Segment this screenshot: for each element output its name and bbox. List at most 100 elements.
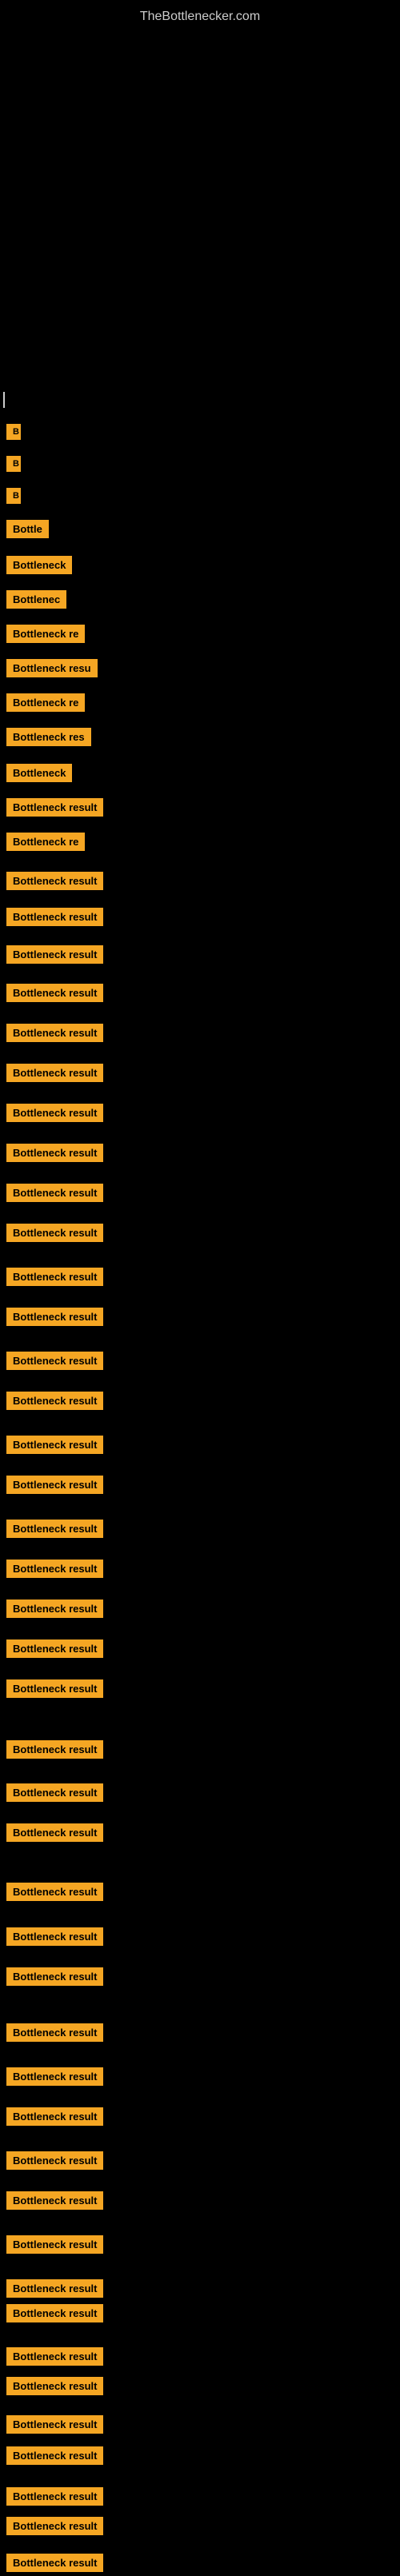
bottleneck-row[interactable]: Bottleneck result: [3, 2279, 103, 2302]
bottleneck-row[interactable]: Bottleneck result: [3, 1560, 103, 1582]
bottleneck-label: B: [6, 424, 21, 440]
bottleneck-row[interactable]: Bottlenec: [3, 590, 66, 613]
bottleneck-label: Bottleneck result: [6, 1144, 103, 1162]
bottleneck-row[interactable]: Bottleneck result: [3, 1024, 103, 1046]
bottleneck-row[interactable]: Bottleneck result: [3, 945, 103, 968]
bottleneck-label: Bottleneck res: [6, 728, 91, 746]
bottleneck-label: Bottleneck result: [6, 2487, 103, 2506]
cursor-line: [3, 392, 5, 408]
bottleneck-label: Bottleneck result: [6, 2446, 103, 2465]
bottleneck-row[interactable]: Bottleneck result: [3, 2446, 103, 2469]
bottleneck-row[interactable]: Bottleneck re: [3, 693, 85, 716]
bottleneck-row[interactable]: Bottleneck result: [3, 1064, 103, 1086]
bottleneck-row[interactable]: Bottleneck result: [3, 1783, 103, 1806]
bottleneck-label: Bottleneck result: [6, 2415, 103, 2434]
bottleneck-row[interactable]: Bottleneck: [3, 764, 72, 786]
bottleneck-label: Bottleneck result: [6, 2235, 103, 2254]
bottleneck-label: Bottleneck result: [6, 1104, 103, 1122]
bottleneck-label: Bottleneck result: [6, 1268, 103, 1286]
bottleneck-row[interactable]: Bottleneck result: [3, 908, 103, 930]
bottleneck-row[interactable]: Bottleneck result: [3, 2067, 103, 2090]
bottleneck-label: Bottleneck result: [6, 2023, 103, 2042]
bottleneck-row[interactable]: Bottleneck result: [3, 1352, 103, 1374]
bottleneck-label: Bottleneck result: [6, 2347, 103, 2366]
bottleneck-row[interactable]: B: [3, 456, 21, 476]
bottleneck-row[interactable]: B: [3, 488, 21, 508]
bottleneck-label: Bottleneck result: [6, 1927, 103, 1946]
bottleneck-row[interactable]: Bottleneck: [3, 556, 72, 578]
bottleneck-label: Bottle: [6, 520, 49, 538]
bottleneck-row[interactable]: Bottleneck result: [3, 984, 103, 1006]
bottleneck-row[interactable]: Bottleneck result: [3, 1104, 103, 1126]
bottleneck-label: Bottleneck result: [6, 1520, 103, 1538]
bottleneck-row[interactable]: Bottle: [3, 520, 49, 542]
bottleneck-row[interactable]: Bottleneck result: [3, 1144, 103, 1166]
bottleneck-label: Bottleneck result: [6, 1024, 103, 1042]
bottleneck-label: Bottleneck result: [6, 1740, 103, 1759]
bottleneck-label: Bottleneck result: [6, 1436, 103, 1454]
bottleneck-label: Bottleneck result: [6, 2517, 103, 2535]
bottleneck-row[interactable]: Bottleneck result: [3, 1308, 103, 1330]
bottleneck-label: Bottleneck result: [6, 945, 103, 964]
bottleneck-label: Bottleneck result: [6, 908, 103, 926]
bottleneck-label: Bottleneck result: [6, 2554, 103, 2572]
bottleneck-row[interactable]: Bottleneck result: [3, 1823, 103, 1846]
bottleneck-label: Bottleneck result: [6, 1600, 103, 1618]
bottleneck-row[interactable]: Bottleneck result: [3, 2191, 103, 2214]
bottleneck-row[interactable]: Bottleneck result: [3, 2487, 103, 2510]
bottleneck-row[interactable]: Bottleneck result: [3, 1927, 103, 1950]
bottleneck-label: Bottleneck result: [6, 1883, 103, 1901]
bottleneck-row[interactable]: Bottleneck re: [3, 625, 85, 647]
bottleneck-label: Bottleneck result: [6, 1639, 103, 1658]
bottleneck-label: Bottleneck result: [6, 1352, 103, 1370]
bottleneck-row[interactable]: Bottleneck result: [3, 2235, 103, 2258]
bottleneck-row[interactable]: Bottleneck result: [3, 1268, 103, 1290]
bottleneck-row[interactable]: Bottleneck result: [3, 1967, 103, 1990]
bottleneck-row[interactable]: Bottleneck res: [3, 728, 91, 750]
bottleneck-label: Bottleneck result: [6, 1184, 103, 1202]
bottleneck-label: Bottleneck resu: [6, 659, 98, 677]
bottleneck-row[interactable]: Bottleneck result: [3, 1639, 103, 1662]
bottleneck-row[interactable]: Bottleneck result: [3, 1883, 103, 1905]
bottleneck-label: Bottleneck result: [6, 1560, 103, 1578]
bottleneck-label: Bottleneck result: [6, 2279, 103, 2298]
bottleneck-row[interactable]: Bottleneck result: [3, 1740, 103, 1763]
bottleneck-label: Bottleneck result: [6, 1967, 103, 1986]
bottleneck-label: B: [6, 456, 21, 472]
bottleneck-row[interactable]: Bottleneck result: [3, 872, 103, 894]
site-title: TheBottlenecker.com: [0, 0, 400, 30]
bottleneck-row[interactable]: Bottleneck result: [3, 1184, 103, 1206]
bottleneck-row[interactable]: Bottleneck result: [3, 2304, 103, 2326]
bottleneck-row[interactable]: Bottleneck result: [3, 2517, 103, 2539]
bottleneck-row[interactable]: Bottleneck result: [3, 1436, 103, 1458]
bottleneck-label: Bottleneck re: [6, 833, 85, 851]
bottleneck-row[interactable]: Bottleneck result: [3, 1224, 103, 1246]
bottleneck-row[interactable]: Bottleneck result: [3, 1679, 103, 1702]
bottleneck-row[interactable]: Bottleneck result: [3, 2377, 103, 2399]
bottleneck-label: Bottleneck result: [6, 1476, 103, 1494]
bottleneck-row[interactable]: Bottleneck result: [3, 2107, 103, 2130]
bottleneck-row[interactable]: Bottleneck result: [3, 798, 103, 821]
bottleneck-row[interactable]: Bottleneck result: [3, 1600, 103, 1622]
bottleneck-row[interactable]: Bottleneck result: [3, 2023, 103, 2046]
bottleneck-row[interactable]: Bottleneck result: [3, 1392, 103, 1414]
bottleneck-label: Bottleneck result: [6, 1064, 103, 1082]
bottleneck-label: Bottlenec: [6, 590, 66, 609]
bottleneck-row[interactable]: Bottleneck result: [3, 2151, 103, 2174]
bottleneck-row[interactable]: Bottleneck result: [3, 2347, 103, 2370]
bottleneck-label: Bottleneck result: [6, 1308, 103, 1326]
bottleneck-row[interactable]: Bottleneck re: [3, 833, 85, 855]
bottleneck-label: Bottleneck result: [6, 1823, 103, 1842]
bottleneck-row[interactable]: Bottleneck result: [3, 1476, 103, 1498]
bottleneck-label: Bottleneck result: [6, 1224, 103, 1242]
bottleneck-row[interactable]: Bottleneck result: [3, 2415, 103, 2438]
bottleneck-label: Bottleneck result: [6, 1392, 103, 1410]
bottleneck-label: Bottleneck result: [6, 2107, 103, 2126]
bottleneck-label: Bottleneck result: [6, 2067, 103, 2086]
bottleneck-label: Bottleneck result: [6, 1783, 103, 1802]
bottleneck-row[interactable]: Bottleneck resu: [3, 659, 98, 681]
bottleneck-row[interactable]: Bottleneck result: [3, 1520, 103, 1542]
bottleneck-row[interactable]: Bottleneck result: [3, 2554, 103, 2576]
bottleneck-row[interactable]: B: [3, 424, 21, 444]
bottleneck-label: Bottleneck re: [6, 625, 85, 643]
